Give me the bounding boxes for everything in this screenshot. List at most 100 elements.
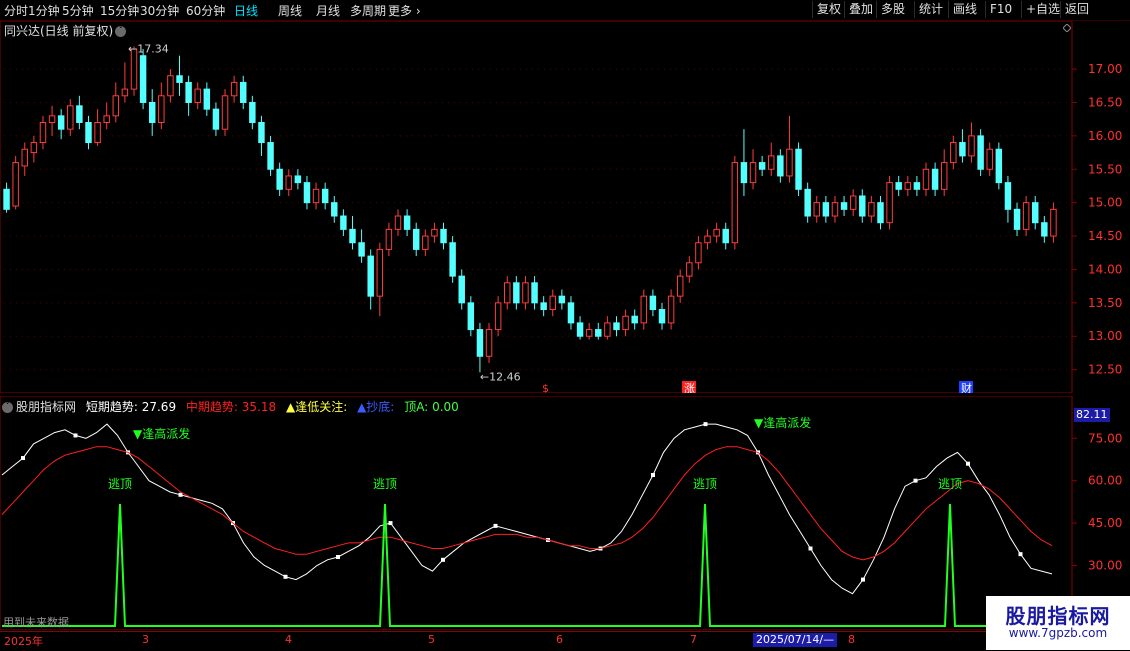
- toolbar-button-3[interactable]: 统计: [914, 1, 947, 18]
- candle-body: [604, 322, 611, 337]
- candle-body: [1032, 202, 1039, 224]
- series-point: [73, 433, 78, 438]
- month-label-5: 7: [690, 633, 697, 646]
- escape-label: 逃顶: [693, 477, 717, 491]
- main-chart-title: 同兴达(日线 前复权) ˅: [4, 22, 127, 39]
- sell-signal-label: ▼逢高派发: [133, 426, 190, 441]
- candle-body: [585, 329, 593, 337]
- series-point: [861, 577, 865, 582]
- series-point: [441, 557, 445, 562]
- candle-body: [476, 329, 484, 357]
- escape-label: 逃顶: [373, 477, 397, 491]
- candle-body: [868, 202, 875, 217]
- toolbar-button-2[interactable]: 多股: [876, 1, 909, 18]
- candle-body: [57, 115, 65, 130]
- candle-body: [640, 295, 648, 324]
- month-label-1: 3: [142, 633, 149, 646]
- candle-body: [649, 295, 657, 311]
- candle-body: [513, 282, 520, 304]
- candle-body: [422, 235, 429, 250]
- toolbar-button-1[interactable]: 叠加: [844, 1, 877, 18]
- period-10[interactable]: 更多 ›: [388, 2, 421, 19]
- series-point: [21, 456, 25, 461]
- period-3[interactable]: 15分钟: [100, 2, 139, 19]
- candle-body: [349, 228, 356, 244]
- series-line-0: [1, 423, 1053, 595]
- candle-body: [549, 295, 556, 311]
- candle-body: [121, 88, 129, 97]
- stock-title: 同兴达(日线 前复权): [4, 24, 114, 38]
- period-7[interactable]: 周线: [278, 2, 302, 19]
- toolbar-button-6[interactable]: +自选: [1021, 1, 1064, 18]
- toolbar-button-7[interactable]: 返回: [1060, 1, 1093, 18]
- series-point: [913, 478, 918, 483]
- chevron-down-icon[interactable]: ˅: [115, 26, 127, 37]
- candle-body: [695, 242, 702, 264]
- candle-body: [148, 101, 156, 124]
- series-point: [651, 473, 655, 478]
- indicator-chart[interactable]: 75.0060.0045.0030.0015.00逃顶逃顶逃顶逃顶▼逢高派发▼逢…: [0, 396, 1130, 630]
- candle-body: [731, 162, 739, 244]
- candle-body: [1022, 202, 1030, 230]
- candle-body: [540, 302, 547, 311]
- candle-body: [658, 309, 666, 324]
- period-1[interactable]: 1分钟: [28, 2, 60, 19]
- candle-body: [158, 95, 165, 124]
- candle-body: [494, 302, 502, 331]
- candle-body: [758, 162, 766, 170]
- candle-body: [176, 75, 183, 83]
- ind-y-tick-label: 75.00: [1088, 431, 1122, 445]
- candle-body: [1013, 208, 1021, 230]
- series-point: [966, 461, 970, 466]
- candle-body: [212, 108, 220, 130]
- ind-y-tick-label: 60.00: [1088, 474, 1122, 488]
- candlestick-chart[interactable]: 17.00 16.50 16.00 15.50 15.00 14.50 14.00 13.50…: [0, 21, 1130, 393]
- candle-body: [230, 81, 238, 97]
- candle-body: [440, 228, 447, 244]
- candle-body: [3, 188, 10, 210]
- y-tick-label: 12.50: [1088, 363, 1122, 377]
- period-8[interactable]: 月线: [316, 2, 340, 19]
- period-6[interactable]: 日线: [234, 2, 258, 19]
- candle-body: [576, 322, 584, 337]
- candle-body: [768, 155, 775, 170]
- candle-body: [194, 88, 201, 103]
- ind-y-tick-label: 45.00: [1088, 516, 1122, 530]
- period-2[interactable]: 5分钟: [62, 2, 94, 19]
- candle-body: [358, 242, 365, 257]
- candle-body: [986, 148, 993, 170]
- period-5[interactable]: 60分钟: [186, 2, 225, 19]
- candle-body: [931, 168, 939, 190]
- candle-body: [385, 228, 393, 250]
- candle-body: [258, 122, 265, 144]
- candle-body: [595, 329, 602, 337]
- series-point: [388, 521, 393, 526]
- series-point: [808, 546, 813, 551]
- diamond-icon[interactable]: [1063, 24, 1071, 32]
- event-marker: 财: [961, 381, 972, 393]
- candle-body: [1004, 182, 1012, 210]
- candle-body: [922, 168, 930, 190]
- period-9[interactable]: 多周期: [350, 2, 386, 19]
- watermark-url: www.7gpzb.com: [1008, 626, 1108, 640]
- candle-body: [267, 142, 274, 170]
- high-label: ←17.34: [128, 42, 169, 55]
- candle-body: [622, 315, 629, 331]
- toolbar-button-5[interactable]: F10: [985, 1, 1016, 18]
- y-tick-label: 13.00: [1088, 329, 1122, 343]
- candle-body: [676, 275, 684, 297]
- ind-y-tick-label: 30.00: [1088, 558, 1122, 572]
- period-4[interactable]: 30分钟: [140, 2, 179, 19]
- series-point: [1018, 552, 1023, 557]
- candle-body: [30, 142, 38, 154]
- escape-signal-line: [2, 503, 1068, 627]
- candle-body: [294, 175, 302, 184]
- plot-border: [0, 21, 1073, 393]
- toolbar-button-4[interactable]: 画线: [948, 1, 981, 18]
- candle-body: [340, 215, 347, 230]
- candle-body: [613, 322, 620, 331]
- candle-body: [112, 95, 120, 117]
- toolbar-button-0[interactable]: 复权: [812, 1, 845, 18]
- y-tick-label: 16.00: [1088, 129, 1122, 143]
- period-0[interactable]: 分时: [4, 2, 28, 19]
